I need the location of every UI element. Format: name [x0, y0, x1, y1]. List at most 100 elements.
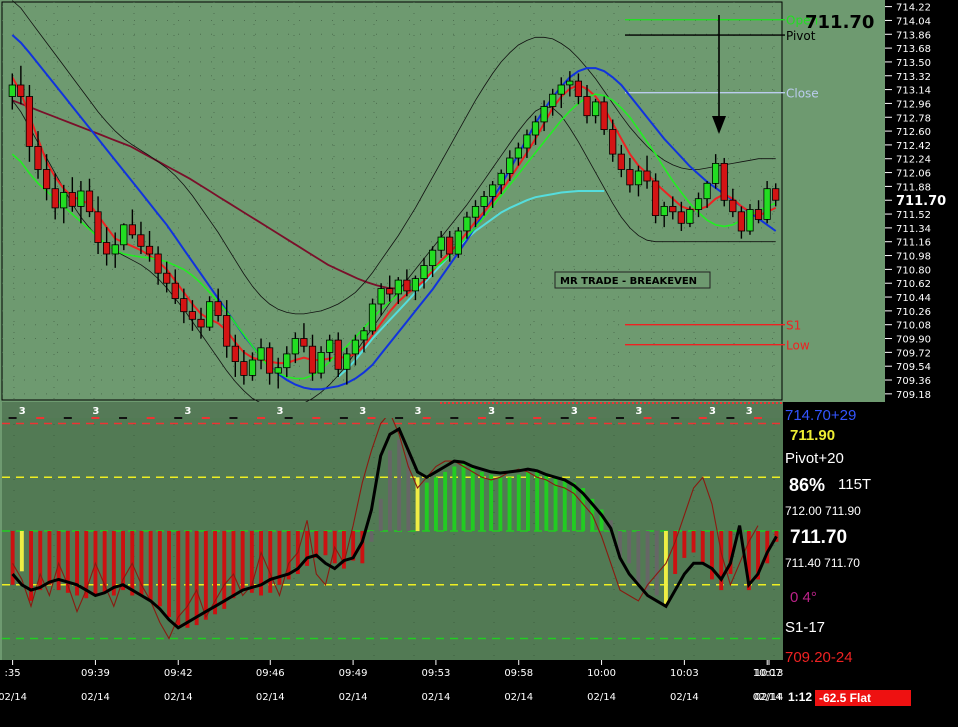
candle-body: [583, 96, 591, 117]
bar-count-mark: 3: [709, 406, 716, 417]
price-axis-label: 709.90: [896, 335, 931, 346]
candle-body: [506, 157, 514, 174]
candle-body: [446, 236, 454, 255]
histogram-bar: [268, 531, 273, 593]
candle-body: [128, 224, 136, 236]
time-axis-date: 02/14: [670, 692, 699, 703]
candle-body: [68, 192, 76, 207]
marker-segment: [174, 417, 183, 419]
histogram-bar: [194, 531, 199, 626]
candle-body: [8, 84, 16, 97]
candle-body: [428, 249, 437, 266]
marker-segment: [615, 417, 624, 419]
candle-body: [531, 121, 540, 136]
time-axis-time: 10:03: [670, 668, 699, 679]
candle-body: [103, 242, 111, 255]
sidebar-s1: S1-17: [785, 619, 826, 636]
price-axis-label: 709.36: [896, 376, 931, 387]
marker-segment: [450, 417, 459, 419]
bar-count-mark: 3: [359, 406, 366, 417]
candle-body: [737, 211, 746, 232]
price-axis-label: 710.98: [896, 252, 931, 263]
candle-body: [231, 345, 239, 363]
histogram-bar: [388, 450, 392, 531]
price-axis-label: 711.34: [896, 224, 931, 235]
histogram-bar: [507, 477, 512, 532]
candle-body: [660, 205, 668, 216]
sidebar-tick-count: 115T: [838, 476, 872, 493]
marker-strip: [2, 402, 783, 418]
candle-body: [291, 338, 299, 355]
histogram-bar: [461, 463, 466, 531]
time-axis-date: 02/14: [587, 692, 616, 703]
histogram-bar: [323, 531, 328, 556]
last-price-axis-label: 711.70: [896, 194, 946, 209]
sidebar-percent: 86%: [789, 475, 826, 495]
annotation-text: MR TRADE - BREAKEVEN: [560, 276, 697, 287]
price-axis-label: 710.80: [896, 265, 931, 276]
candle-body: [25, 96, 34, 147]
candle-body: [17, 84, 25, 97]
candle-body: [214, 301, 222, 316]
candle-body: [248, 359, 257, 376]
candle-body: [686, 209, 694, 224]
candle-body: [403, 279, 411, 292]
candle-body: [480, 195, 488, 207]
candle-body: [334, 339, 342, 370]
price-axis-label: 713.50: [896, 58, 931, 69]
sidebar-low-minus: 709.20-24: [785, 649, 853, 666]
candle-body: [694, 198, 703, 210]
price-axis-label: 712.42: [896, 141, 931, 152]
price-axis-label: 713.68: [896, 44, 931, 55]
candle-body: [163, 272, 171, 284]
level-label-close: Close: [786, 87, 819, 101]
candle-body: [265, 347, 274, 374]
price-axis-label: 712.78: [896, 113, 931, 124]
histogram-bar: [654, 531, 659, 596]
candle-body: [274, 367, 282, 374]
histogram-bar: [664, 531, 668, 607]
price-chart[interactable]: OpenPivotCloseS1LowMR TRADE - BREAKEVEN7…: [0, 0, 958, 402]
bar-count-mark: 3: [415, 406, 422, 417]
marker-segment: [588, 417, 597, 419]
candle-body: [763, 188, 771, 220]
histogram-bar: [157, 531, 162, 607]
candle-body: [617, 153, 625, 170]
price-axis-label: 709.18: [896, 390, 931, 401]
candle-body: [463, 216, 471, 232]
histogram-bar: [19, 531, 24, 572]
trading-chart-window: Open Pivot Close S1 Low MR TRADE - BREAKEVEN 7…: [0, 0, 958, 727]
time-axis-date: 02/14: [0, 692, 27, 703]
histogram-bar: [489, 474, 494, 531]
histogram-bar: [378, 498, 383, 532]
time-axis-time: 09:49: [339, 668, 368, 679]
candle-body: [677, 211, 685, 224]
marker-segment: [726, 417, 735, 419]
candle-body: [488, 184, 497, 197]
sidebar-bid-ask-1: 712.00 711.90: [785, 504, 861, 518]
histogram-bar: [434, 477, 438, 532]
footer-status: -62.5 Flat: [815, 690, 911, 706]
marker-segment: [91, 417, 100, 419]
sidebar-last-price: 711.70: [790, 527, 848, 548]
footer-time: 1:12: [788, 690, 813, 704]
histogram-bar: [203, 531, 208, 620]
histogram-bar: [700, 531, 705, 564]
candle-body: [703, 182, 711, 200]
time-axis-panel: [0, 660, 783, 727]
marker-segment: [284, 417, 293, 419]
price-axis-label: 710.62: [896, 279, 931, 290]
marker-segment: [146, 417, 155, 419]
histogram-bar: [535, 471, 540, 531]
candle-body: [326, 339, 334, 353]
candle-body: [137, 234, 145, 247]
candle-body: [188, 311, 196, 320]
candle-body: [145, 245, 154, 255]
marker-segment: [36, 417, 45, 419]
time-axis-time: 09:39: [81, 668, 110, 679]
candle-body: [94, 211, 102, 243]
marker-segment: [339, 417, 348, 419]
time-axis-time: 09:58: [504, 668, 533, 679]
candle-body: [729, 199, 737, 213]
histogram-bar: [47, 531, 52, 585]
